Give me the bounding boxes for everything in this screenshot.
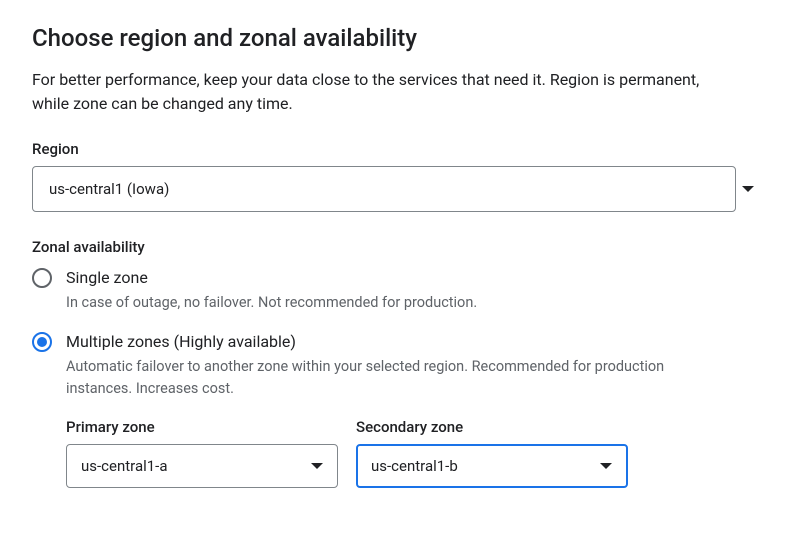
dropdown-icon (600, 463, 612, 469)
radio-multiple-zones-helper: Automatic failover to another zone withi… (66, 356, 726, 400)
radio-single-zone-input[interactable] (32, 268, 52, 288)
region-select[interactable]: us-central1 (Iowa) (32, 166, 736, 212)
primary-zone-select[interactable]: us-central1-a (66, 444, 338, 488)
secondary-zone-value: us-central1-b (371, 457, 458, 475)
radio-multiple-zones-input[interactable] (32, 332, 52, 352)
region-label: Region (32, 140, 768, 158)
region-value: us-central1 (Iowa) (49, 180, 169, 198)
radio-multiple-zones-label: Multiple zones (Highly available) (66, 330, 768, 354)
primary-zone-label: Primary zone (66, 418, 338, 436)
radio-single-zone-label: Single zone (66, 266, 768, 290)
dropdown-icon (311, 463, 323, 469)
page-title: Choose region and zonal availability (32, 24, 768, 52)
zonal-availability-label: Zonal availability (32, 238, 768, 256)
dropdown-icon (742, 186, 754, 192)
primary-zone-value: us-central1-a (81, 457, 167, 475)
radio-option-single-zone[interactable]: Single zone In case of outage, no failov… (32, 266, 768, 314)
radio-single-zone-helper: In case of outage, no failover. Not reco… (66, 292, 726, 314)
radio-option-multiple-zones[interactable]: Multiple zones (Highly available) Automa… (32, 330, 768, 400)
zonal-availability-group: Single zone In case of outage, no failov… (32, 266, 768, 488)
secondary-zone-label: Secondary zone (356, 418, 628, 436)
secondary-zone-select[interactable]: us-central1-b (356, 444, 628, 488)
page-description: For better performance, keep your data c… (32, 68, 732, 116)
